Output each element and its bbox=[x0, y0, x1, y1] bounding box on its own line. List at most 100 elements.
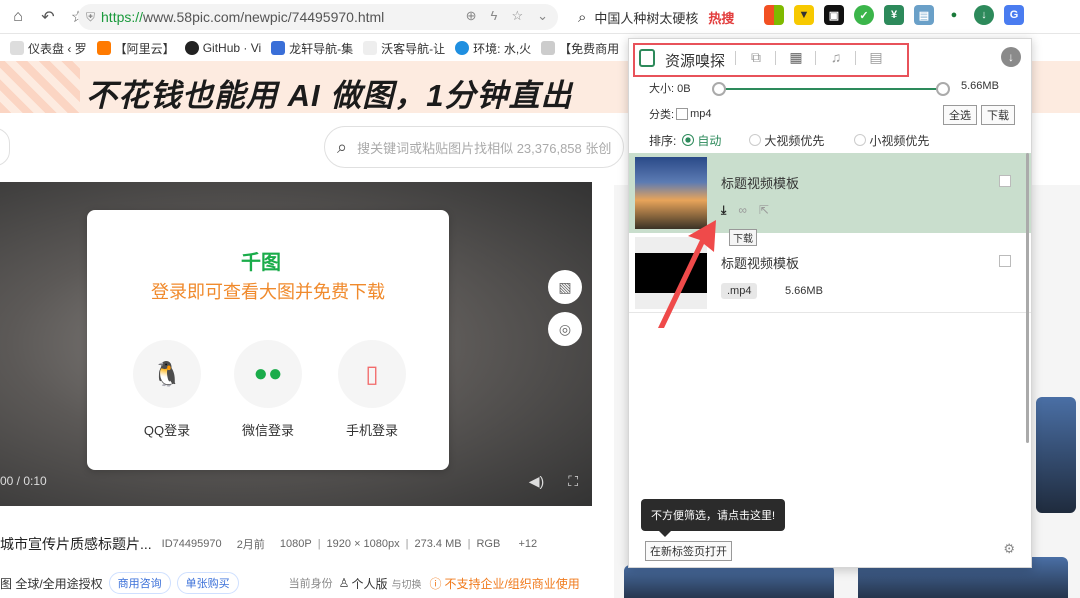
warning-text: 不支持企业/组织商业使用 bbox=[444, 576, 580, 591]
qq-login-button[interactable]: 🐧 QQ登录 bbox=[131, 340, 203, 439]
sort-small-radio[interactable] bbox=[854, 134, 867, 146]
resource-name: 标题视频模板 bbox=[721, 256, 800, 271]
wechat-login-label: 微信登录 bbox=[241, 423, 294, 438]
download-all-icon[interactable]: ↓ bbox=[1001, 47, 1021, 67]
bookmark-item[interactable]: 【免费商用 bbox=[541, 40, 619, 57]
resource-size: 273.4 MB bbox=[414, 538, 462, 550]
extension-bar: ▼ ▣ ✓ ¥ ▤ ● ↓ G bbox=[764, 5, 1024, 25]
single-purchase-button[interactable]: 单张购买 bbox=[176, 572, 239, 594]
drop-ext-icon[interactable]: ● bbox=[944, 5, 964, 25]
resource-size: 5.66MB bbox=[785, 285, 823, 297]
shield-icon: ⛨ bbox=[86, 9, 96, 24]
add-icon[interactable]: ⊕ bbox=[466, 8, 477, 24]
scrollbar[interactable] bbox=[1026, 153, 1029, 443]
sort-label: 排序: bbox=[649, 133, 677, 148]
green-ext-icon[interactable]: ¥ bbox=[884, 5, 904, 25]
chevron-down-icon[interactable]: ⌄ bbox=[537, 8, 548, 24]
resource-item[interactable]: 标题视频模板 ⤓ ∞ ⇱ 下载 bbox=[629, 153, 1031, 246]
wechat-login-button[interactable]: ●● 微信登录 bbox=[232, 340, 304, 439]
video-time: 00 / 0:10 bbox=[0, 474, 47, 488]
sniffer-ext-icon[interactable]: ↓ bbox=[974, 5, 994, 25]
switch-link[interactable]: 与切换 bbox=[391, 576, 421, 591]
video-controls: ◀) ⛶ bbox=[529, 473, 578, 490]
wechat-icon: ●● bbox=[234, 340, 302, 408]
sort-auto-radio[interactable] bbox=[682, 134, 695, 146]
bolt-icon[interactable]: ϟ bbox=[491, 8, 498, 24]
resource-date: 2月前 bbox=[236, 539, 265, 551]
search-icon: ⌕ bbox=[578, 8, 587, 26]
url-path: www.58pic.com/newpic/74495970.html bbox=[143, 9, 385, 25]
qq-icon: 🐧 bbox=[133, 340, 201, 408]
bookmark-icon bbox=[10, 41, 24, 55]
github-icon bbox=[184, 41, 199, 55]
sort-large-radio[interactable] bbox=[749, 134, 762, 146]
sort-options: 排序: 自动 大视频优先 小视频优先 bbox=[649, 131, 1019, 149]
size-slider-track[interactable] bbox=[719, 88, 943, 90]
resource-item[interactable]: 标题视频模板 .mp4 5.66MB bbox=[629, 233, 1031, 313]
mp4-label: mp4 bbox=[690, 108, 712, 120]
image-search-icon[interactable]: ▧ bbox=[548, 270, 582, 304]
nav-icon bbox=[271, 41, 286, 55]
left-pill bbox=[0, 128, 10, 166]
highlight-box bbox=[633, 43, 909, 77]
format-badge: .mp4 bbox=[721, 283, 758, 299]
yellow-ext-icon[interactable]: ▼ bbox=[794, 5, 814, 25]
translate-ext-icon[interactable]: G bbox=[1004, 5, 1024, 25]
volume-icon[interactable]: ◀) bbox=[529, 473, 544, 490]
batch-download-button[interactable]: 下载 bbox=[981, 105, 1015, 125]
resource-info: 城市宣传片质感标题片... ID74495970 2月前 1080P | 1920… bbox=[0, 536, 538, 552]
link-icon[interactable]: ∞ bbox=[738, 203, 747, 218]
video-black-frame bbox=[635, 253, 707, 293]
phone-login-button[interactable]: ▯ 手机登录 bbox=[336, 340, 408, 439]
resource-checkbox[interactable] bbox=[999, 175, 1011, 187]
bookmark-item[interactable]: 环境: 水,火 bbox=[455, 40, 531, 57]
camera-icon[interactable]: ◎ bbox=[548, 312, 582, 346]
bookmark-item[interactable]: 仪表盘 ‹ 罗 bbox=[10, 40, 87, 57]
thumbnail[interactable] bbox=[1036, 397, 1076, 513]
select-all-button[interactable]: 全选 bbox=[943, 105, 977, 125]
identity-label: 当前身份 bbox=[288, 578, 333, 590]
commercial-consult-button[interactable]: 商用咨询 bbox=[108, 572, 171, 594]
download-icon[interactable]: ⤓ bbox=[721, 203, 726, 218]
bookmark-item[interactable]: GitHub · Vi bbox=[184, 41, 261, 55]
login-card: 千图 登录即可查看大图并免费下载 🐧 QQ登录 ●● 微信登录 ▯ 手机登录 bbox=[87, 210, 449, 470]
user-icon: ♙ bbox=[338, 576, 350, 590]
resource-actions: ⤓ ∞ ⇱ bbox=[721, 203, 769, 218]
bookmark-item[interactable]: 【阿里云】 bbox=[96, 40, 175, 57]
size-slider-max-handle[interactable] bbox=[936, 82, 950, 96]
size-max-label: 5.66MB bbox=[961, 80, 999, 92]
category-filter: 分类: mp4 全选 下载 bbox=[649, 105, 1019, 125]
resource-extra[interactable]: +12 bbox=[518, 538, 537, 550]
bookmark-item[interactable]: 龙轩导航-集 bbox=[271, 40, 353, 57]
browser-search[interactable]: ⌕ 中国人种树太硬核 热搜 bbox=[578, 4, 758, 30]
sort-small-label: 小视频优先 bbox=[869, 133, 930, 148]
mp4-checkbox[interactable] bbox=[676, 108, 689, 120]
aliyun-icon bbox=[96, 41, 111, 55]
tv-ext-icon[interactable]: ▣ bbox=[824, 5, 844, 25]
bookmark-item[interactable]: 沃客导航-让 bbox=[363, 40, 445, 57]
open-new-tab-button[interactable]: 在新标签页打开 bbox=[645, 541, 732, 561]
resource-dim: 1920 × 1080px bbox=[326, 538, 400, 550]
thumbnail[interactable] bbox=[624, 565, 834, 598]
check-ext-icon[interactable]: ✓ bbox=[854, 5, 874, 25]
fullscreen-icon[interactable]: ⛶ bbox=[568, 473, 578, 490]
site-search-placeholder: 搜关键词或粘贴图片找相似 23,376,858 张创 bbox=[357, 140, 612, 156]
address-bar-row: ⌂ ↶ ☆ ⛨ https:// www.58pic.com/newpic/74… bbox=[0, 0, 1080, 34]
resource-sniffer-popup: 资源嗅探 ⧉ ▦ ♫ ▤ ↓ 大小: 0B 5.66MB 分类: mp4 全选 … bbox=[628, 38, 1032, 568]
resource-thumbnail bbox=[635, 157, 707, 229]
gear-icon[interactable]: ⚙ bbox=[1003, 541, 1015, 557]
env-icon bbox=[455, 41, 470, 55]
open-external-icon[interactable]: ⇱ bbox=[759, 203, 769, 218]
bookmark-star-icon[interactable]: ☆ bbox=[511, 8, 523, 24]
url-field[interactable]: ⛨ https:// www.58pic.com/newpic/74495970… bbox=[78, 4, 558, 30]
size-slider-min-handle[interactable] bbox=[712, 82, 726, 96]
resource-checkbox[interactable] bbox=[999, 255, 1011, 267]
warning-icon: ⓘ bbox=[429, 576, 442, 591]
image-ext-icon[interactable]: ▤ bbox=[914, 5, 934, 25]
resource-name: 标题视频模板 bbox=[721, 176, 800, 191]
resource-thumbnail bbox=[635, 237, 707, 309]
site-search-input[interactable]: ⌕ 搜关键词或粘贴图片找相似 23,376,858 张创 bbox=[324, 126, 624, 168]
back-icon[interactable]: ↶ bbox=[36, 5, 60, 29]
windows-ext-icon[interactable] bbox=[764, 5, 784, 25]
home-icon[interactable]: ⌂ bbox=[6, 5, 30, 29]
